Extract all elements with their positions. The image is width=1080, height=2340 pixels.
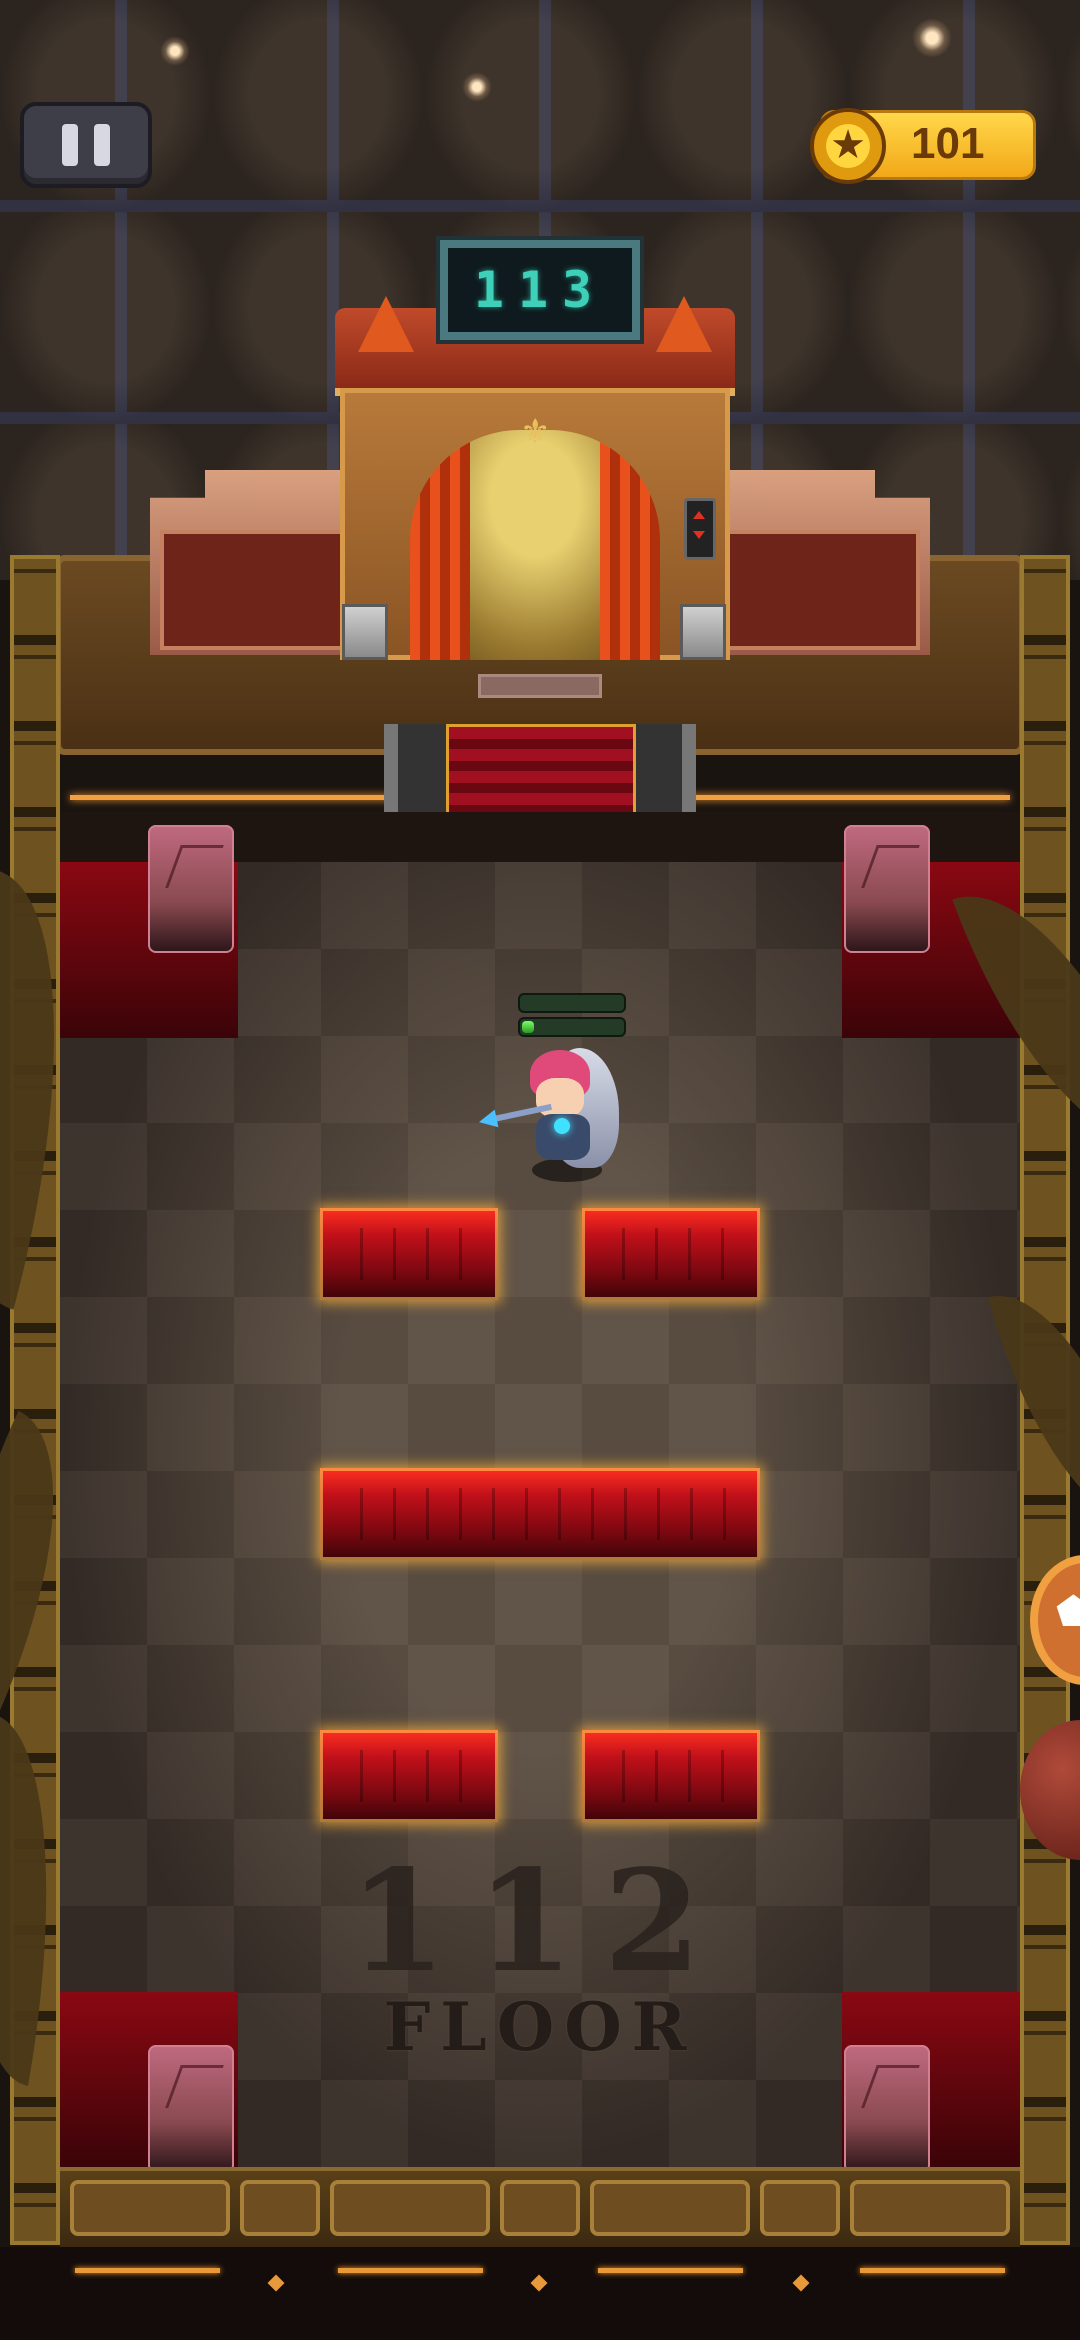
elevator-floor-number: 113: [473, 261, 607, 319]
health-fill: [522, 1021, 535, 1033]
crystal-pillar: [148, 2045, 234, 2173]
doormat: [478, 674, 602, 698]
pillar-left: [342, 604, 388, 660]
curtain-left: [410, 430, 470, 660]
lava-block: [320, 1208, 498, 1300]
fleur-de-lis-icon: ⚜: [520, 412, 551, 452]
pillar-right: [680, 604, 726, 660]
player-character[interactable]: [492, 1040, 632, 1190]
roof-spike-right: [656, 296, 712, 352]
coin-count: 101: [911, 119, 985, 168]
light-orb: [462, 72, 492, 102]
crystal-pillar: [844, 2045, 930, 2173]
pause-button[interactable]: [20, 102, 152, 188]
floor-number-marking: 112: [348, 1840, 732, 2004]
light-orb: [160, 36, 190, 66]
elevator-call-button[interactable]: [684, 498, 716, 560]
lava-block: [320, 1468, 760, 1560]
star-coin-icon: ★: [810, 108, 886, 184]
game-screen: 113 ⚜ 112 FLOOR ⬟ 101 ★: [0, 0, 1080, 2340]
light-orb: [912, 18, 952, 58]
lava-block: [582, 1208, 760, 1300]
crystal-pillar: [844, 825, 930, 953]
elevator-floor-display: 113: [440, 240, 640, 340]
player-health-bar: [518, 993, 626, 1039]
elevator-door[interactable]: [410, 430, 660, 660]
lava-block: [320, 1730, 498, 1822]
roof-spike-left: [358, 296, 414, 352]
curtain-right: [600, 430, 660, 660]
crystal-pillar: [148, 825, 234, 953]
floor-label-marking: FLOOR: [383, 1988, 697, 2066]
lava-block: [582, 1730, 760, 1822]
